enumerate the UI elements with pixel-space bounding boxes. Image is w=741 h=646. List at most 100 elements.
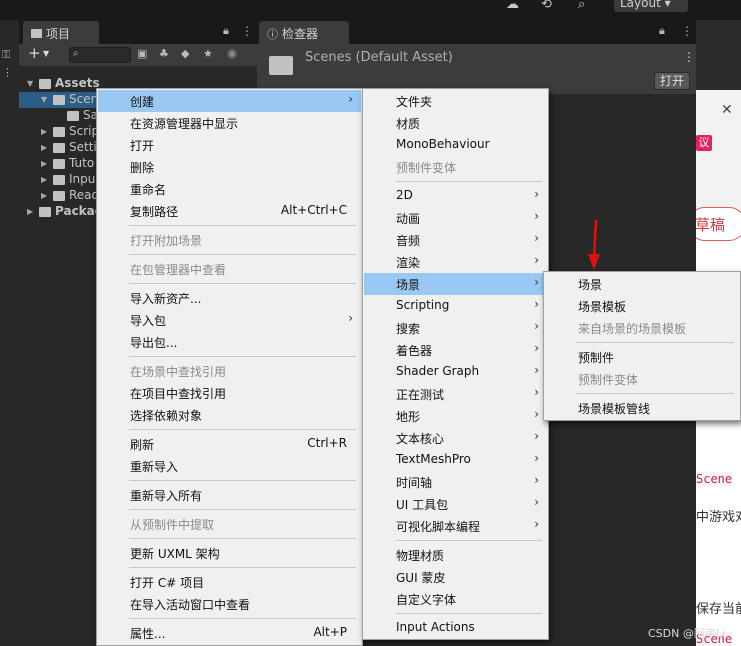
lock-icon[interactable]: 🔒︎: [659, 24, 665, 38]
star-icon[interactable]: ★: [203, 47, 213, 60]
menu-item[interactable]: Shader Graph ›: [364, 361, 547, 383]
menu-item[interactable]: UI 工具包 ›: [364, 493, 547, 515]
lock-icon[interactable]: 🔒︎: [223, 24, 229, 38]
menu-item[interactable]: MonoBehaviour: [364, 134, 547, 156]
menu-item[interactable]: 搜索 ›: [364, 317, 547, 339]
asset-title: Scenes (Default Asset): [305, 50, 453, 65]
more-icon[interactable]: ⋮: [241, 24, 253, 38]
search-input[interactable]: ⌕: [69, 47, 131, 63]
red-arrow-annotation: [588, 219, 600, 270]
menu-item[interactable]: Scripting ›: [364, 295, 547, 317]
chevron-down-icon[interactable]: ▼: [41, 95, 47, 104]
chevron-right-icon: ›: [534, 275, 539, 289]
filter-icon[interactable]: ▣: [137, 47, 147, 60]
menu-item-label: 文件夹: [396, 95, 433, 109]
add-icon[interactable]: +: [28, 44, 41, 62]
menu-item[interactable]: 打开: [98, 134, 361, 156]
menu-item[interactable]: 重新导入所有: [98, 484, 361, 506]
menu-item[interactable]: 复制路径 Alt+Ctrl+C: [98, 200, 361, 222]
menu-item[interactable]: 正在测试 ›: [364, 383, 547, 405]
menu-item[interactable]: 文件夹: [364, 90, 547, 112]
eye-icon[interactable]: ◉: [227, 46, 237, 60]
menu-item[interactable]: 刷新 Ctrl+R: [98, 433, 361, 455]
search-icon[interactable]: ⌕: [578, 0, 585, 12]
menu-item[interactable]: 时间轴 ›: [364, 471, 547, 493]
menu-item[interactable]: 自定义字体: [364, 588, 547, 610]
menu-item[interactable]: GUI 蒙皮: [364, 566, 547, 588]
menu-item[interactable]: 预制件: [545, 346, 739, 368]
more-icon[interactable]: ⋮: [2, 66, 13, 79]
menu-item-label: 动画: [396, 212, 421, 226]
menu-item[interactable]: 场景: [545, 273, 739, 295]
menu-item[interactable]: 属性... Alt+P: [98, 622, 361, 644]
menu-item[interactable]: 创建 ›: [98, 90, 361, 112]
menu-item-shortcut: Alt+P: [313, 625, 347, 639]
layout-dropdown[interactable]: Layout ▾: [614, 0, 688, 12]
key-icon[interactable]: ⚿: [2, 48, 10, 62]
close-icon[interactable]: ✕: [721, 102, 733, 118]
menu-item[interactable]: 场景 ›: [364, 273, 547, 295]
more-icon[interactable]: ⋮: [681, 24, 693, 38]
top-toolbar: ☁ ⟲ ⌕ Layout ▾: [0, 0, 741, 18]
menu-item[interactable]: 材质: [364, 112, 547, 134]
history-icon[interactable]: ⟲: [541, 0, 552, 12]
project-tabbar: 项目 🔒︎ ⋮: [19, 20, 257, 44]
left-toolbar-strip: ⚿ ⋮: [0, 20, 19, 646]
menu-item[interactable]: 在导入活动窗口中查看: [98, 593, 361, 615]
menu-item-label: 在项目中查找引用: [130, 387, 227, 401]
chevron-right-icon[interactable]: ▶: [41, 127, 47, 136]
label-filter-icon[interactable]: ◆: [181, 47, 189, 60]
menu-item-label: 删除: [130, 161, 155, 175]
menu-item[interactable]: 2D ›: [364, 185, 547, 207]
tab-inspector-label: 检查器: [282, 27, 319, 41]
menu-item-label: 打开 C# 项目: [130, 576, 205, 590]
chevron-down-icon[interactable]: ▼: [27, 79, 33, 88]
menu-item-label: 预制件变体: [578, 373, 639, 387]
save-draft-button[interactable]: 草稿: [696, 207, 741, 241]
menu-item[interactable]: 音频 ›: [364, 229, 547, 251]
menu-item[interactable]: 可视化脚本编程 ›: [364, 515, 547, 537]
menu-separator: [129, 254, 356, 255]
menu-item[interactable]: 重命名: [98, 178, 361, 200]
chevron-right-icon[interactable]: ▶: [41, 175, 47, 184]
menu-item[interactable]: 渲染 ›: [364, 251, 547, 273]
chevron-right-icon[interactable]: ▶: [41, 191, 47, 200]
tab-project[interactable]: 项目: [23, 21, 99, 44]
menu-item[interactable]: 场景模板管线: [545, 397, 739, 419]
menu-item[interactable]: 文本核心 ›: [364, 427, 547, 449]
chevron-right-icon[interactable]: ▶: [41, 143, 47, 152]
type-filter-icon[interactable]: ♣: [159, 47, 169, 60]
menu-item[interactable]: TextMeshPro ›: [364, 449, 547, 471]
menu-item[interactable]: 地形 ›: [364, 405, 547, 427]
menu-item[interactable]: 在资源管理器中显示: [98, 112, 361, 134]
chevron-down-icon[interactable]: ▼: [43, 49, 49, 58]
menu-item-label: 着色器: [396, 344, 433, 358]
tree-item-label: Scen: [69, 92, 99, 106]
folder-icon: [269, 56, 293, 75]
menu-item[interactable]: 在项目中查找引用: [98, 382, 361, 404]
menu-item[interactable]: 物理材质: [364, 544, 547, 566]
chevron-right-icon[interactable]: ▶: [27, 207, 33, 216]
menu-item[interactable]: 删除: [98, 156, 361, 178]
menu-item[interactable]: 重新导入: [98, 455, 361, 477]
open-button[interactable]: 打开: [654, 72, 690, 90]
tab-inspector[interactable]: ⓘ 检查器: [259, 21, 349, 44]
menu-item[interactable]: 打开 C# 项目: [98, 571, 361, 593]
menu-item[interactable]: 着色器 ›: [364, 339, 547, 361]
menu-item[interactable]: 选择依赖对象: [98, 404, 361, 426]
menu-item[interactable]: Input Actions: [364, 617, 547, 639]
more-icon[interactable]: ⋮: [683, 50, 695, 64]
menu-item[interactable]: 导出包...: [98, 331, 361, 353]
menu-item-label: 从预制件中提取: [130, 518, 215, 532]
menu-item[interactable]: 动画 ›: [364, 207, 547, 229]
cloud-icon[interactable]: ☁: [506, 0, 519, 12]
menu-item-label: 来自场景的场景模板: [578, 322, 687, 336]
chevron-right-icon[interactable]: ▶: [41, 159, 47, 168]
folder-icon: [53, 143, 65, 153]
menu-item[interactable]: 更新 UXML 架构: [98, 542, 361, 564]
menu-separator: [395, 181, 542, 182]
menu-item[interactable]: 导入新资产...: [98, 287, 361, 309]
menu-item[interactable]: 场景模板: [545, 295, 739, 317]
menu-item-label: 复制路径: [130, 205, 179, 219]
menu-item[interactable]: 导入包 ›: [98, 309, 361, 331]
